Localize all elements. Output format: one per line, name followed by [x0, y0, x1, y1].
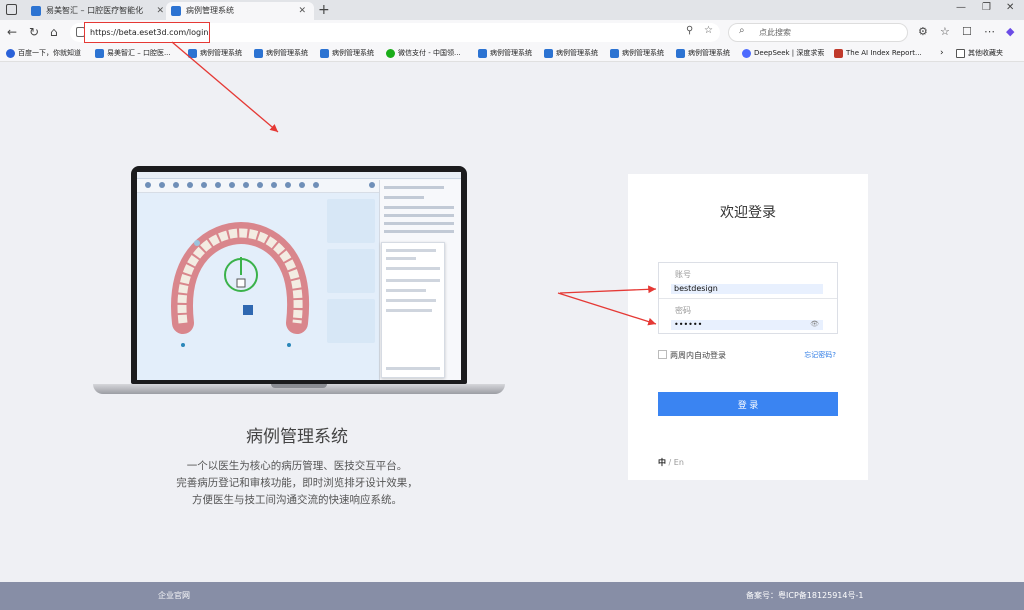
favorite-star-icon[interactable]: ☆ [704, 25, 713, 36]
read-aloud-icon[interactable]: ⚲ [686, 25, 693, 36]
lang-en-option[interactable]: En [674, 458, 684, 467]
wechat-pay-icon [386, 49, 395, 58]
remember-me-checkbox[interactable] [658, 350, 667, 359]
bookmark-item[interactable]: 病例管理系统 [320, 45, 374, 61]
address-bar[interactable]: https://beta.eset3d.com/login ⚲ ☆ [70, 22, 720, 43]
password-label: 密码 [675, 306, 691, 315]
company-site-link[interactable]: 企业官网 [158, 582, 190, 610]
refresh-icon[interactable]: ↻ [29, 24, 39, 40]
other-bookmarks-folder[interactable]: 其他收藏夹 [956, 45, 1003, 61]
close-tab-icon[interactable]: ✕ [298, 2, 306, 20]
bookmark-item[interactable]: 微信支付 - 中国领... [386, 45, 461, 61]
stanford-icon [834, 49, 843, 58]
show-password-icon[interactable]: 👁 [810, 320, 819, 328]
url-highlight-box [84, 22, 210, 43]
eset-icon [544, 49, 553, 58]
eset-icon [478, 49, 487, 58]
tooth-thumbnail [327, 299, 375, 343]
close-tab-icon[interactable]: ✕ [156, 2, 164, 20]
eset-icon [676, 49, 685, 58]
eset-icon [254, 49, 263, 58]
home-icon[interactable]: ⌂ [50, 24, 58, 40]
bookmark-item[interactable]: DeepSeek | 深度求索 [742, 45, 824, 61]
laptop-illustration [93, 166, 505, 402]
credentials-box: 账号 bestdesign 密码 •••••• 👁 [658, 262, 838, 334]
search-placeholder: 点此搜索 [759, 28, 791, 37]
close-window-icon[interactable]: ✕ [1006, 2, 1014, 13]
collections-icon[interactable]: ☐ [962, 25, 972, 38]
icp-record: 备案号：粤ICP备18125914号-1 [746, 591, 864, 600]
eset-icon [610, 49, 619, 58]
tab-title: 病例管理系统 [186, 6, 234, 15]
software-screenshot [137, 172, 461, 380]
password-input[interactable]: •••••• [671, 320, 823, 330]
bookmarks-bar: 百度一下，你就知道 易美智汇 – 口腔医... 病例管理系统 病例管理系统 病例… [0, 45, 1024, 62]
bookmark-item[interactable]: 病例管理系统 [188, 45, 242, 61]
tooth-thumbnail [327, 199, 375, 243]
system-description-line: 一个以医生为核心的病历管理、医技交互平台。 [186, 460, 408, 472]
favorites-icon[interactable]: ☆ [940, 25, 950, 38]
minimize-icon[interactable]: — [956, 2, 966, 13]
bookmark-item[interactable]: 病例管理系统 [610, 45, 664, 61]
account-input[interactable]: bestdesign [671, 284, 823, 294]
language-switch: 中 / En [658, 458, 684, 467]
software-popup-panel [381, 242, 445, 378]
restore-icon[interactable]: ❐ [982, 2, 991, 13]
eset-icon [31, 6, 41, 16]
forgot-password-link[interactable]: 忘记密码? [804, 350, 836, 360]
bookmark-item[interactable]: 病例管理系统 [544, 45, 598, 61]
eset-icon [188, 49, 197, 58]
deepseek-icon [742, 49, 751, 58]
address-toolbar: ← ↻ ⌂ https://beta.eset3d.com/login ⚲ ☆ … [0, 20, 1024, 45]
search-box[interactable]: ⌕ 点此搜索 [728, 23, 908, 42]
tooth-thumbnail [327, 249, 375, 293]
bookmark-item[interactable]: 病例管理系统 [478, 45, 532, 61]
bookmarks-overflow-icon[interactable]: › [940, 45, 944, 61]
copilot-icon[interactable]: ◆ [1006, 25, 1014, 38]
bookmark-item[interactable]: 百度一下，你就知道 [6, 45, 81, 61]
login-button[interactable]: 登 录 [658, 392, 838, 416]
login-title: 欢迎登录 [720, 205, 776, 221]
laptop-lid [131, 166, 467, 384]
eset-icon [95, 49, 104, 58]
bookmark-item[interactable]: 病例管理系统 [676, 45, 730, 61]
remember-me-label: 两周内自动登录 [670, 351, 726, 360]
back-icon[interactable]: ← [7, 24, 17, 40]
system-title: 病例管理系统 [246, 427, 348, 447]
bookmark-item[interactable]: 病例管理系统 [254, 45, 308, 61]
system-description-line: 完善病历登记和审核功能，即时浏览排牙设计效果， [176, 477, 418, 489]
tab-case-management[interactable]: 病例管理系统 ✕ [166, 2, 314, 20]
tab-title: 易美智汇 – 口腔医疗智能化 [46, 6, 144, 15]
bookmark-item[interactable]: The AI Index Report... [834, 45, 922, 61]
extensions-icon[interactable]: ⚙ [918, 25, 928, 38]
dental-arch-view [137, 193, 379, 380]
search-icon: ⌕ [739, 25, 745, 36]
new-tab-button[interactable]: + [318, 0, 330, 20]
bookmark-item[interactable]: 易美智汇 – 口腔医... [95, 45, 171, 61]
paw-icon [6, 49, 15, 58]
login-card: 欢迎登录 账号 bestdesign 密码 •••••• 👁 两周内自动登录 忘… [628, 174, 868, 480]
more-icon[interactable]: ⋯ [984, 25, 995, 38]
folder-icon [956, 49, 965, 58]
tab-actions-icon[interactable] [6, 4, 17, 15]
page-footer: 企业官网 备案号：粤ICP备18125914号-1 [0, 582, 1024, 610]
eset-icon [171, 6, 181, 16]
eset-icon [320, 49, 329, 58]
account-label: 账号 [675, 270, 691, 279]
remember-me-option[interactable]: 两周内自动登录 [658, 350, 726, 361]
login-page: 病例管理系统 一个以医生为核心的病历管理、医技交互平台。 完善病历登记和审核功能… [0, 62, 1024, 610]
lang-zh-option[interactable]: 中 [658, 458, 666, 467]
system-description-line: 方便医生与技工间沟通交流的快速响应系统。 [192, 494, 402, 506]
browser-tab-strip: 易美智汇 – 口腔医疗智能化 ✕ 病例管理系统 ✕ + — ❐ ✕ [0, 0, 1024, 20]
tab-eset-home[interactable]: 易美智汇 – 口腔医疗智能化 ✕ [26, 2, 172, 20]
